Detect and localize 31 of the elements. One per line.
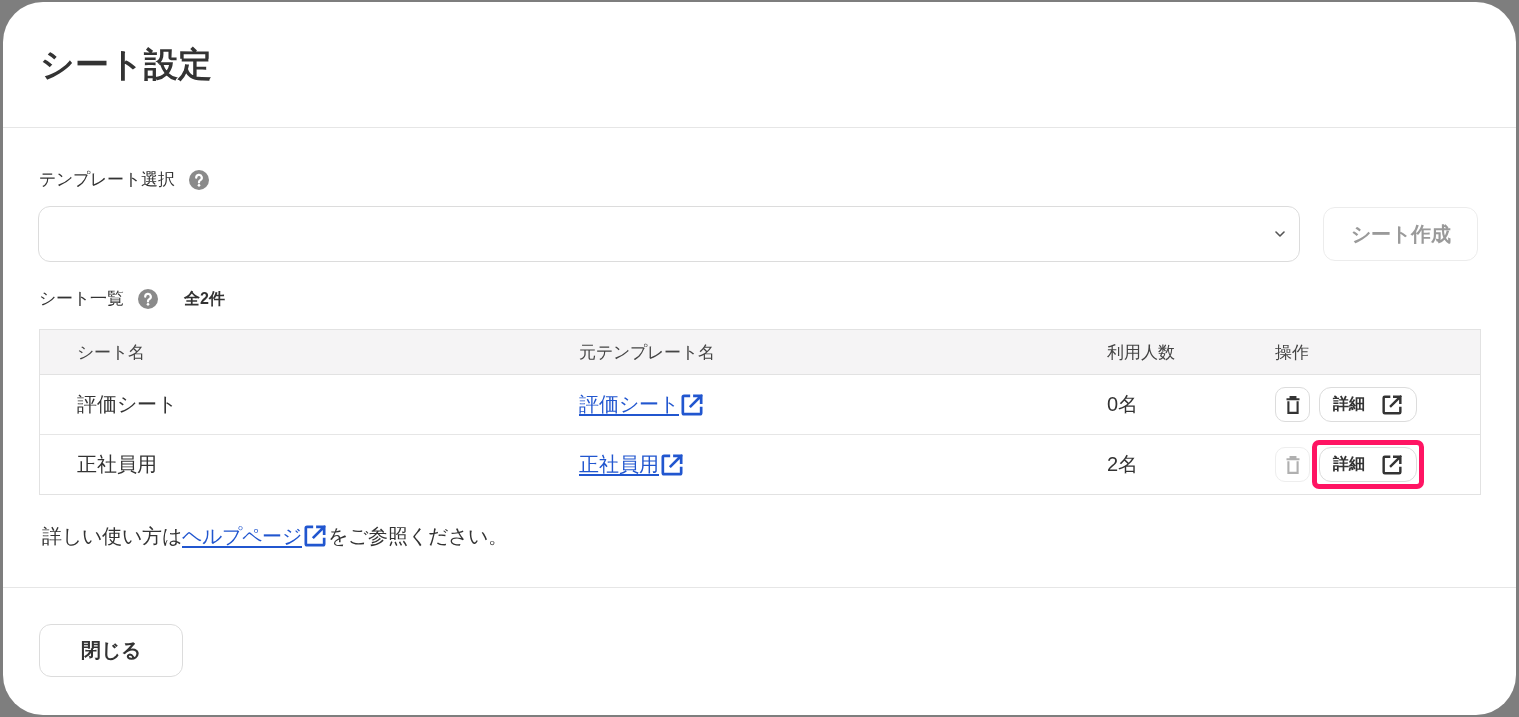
- external-link-icon: [681, 393, 703, 416]
- table-cell-text: 0名: [1107, 392, 1139, 417]
- external-link-icon: [1382, 394, 1402, 415]
- delete-button[interactable]: [1275, 387, 1310, 422]
- help-icon: [138, 289, 158, 309]
- trash-icon: [1285, 455, 1300, 474]
- close-button[interactable]: 閉じる: [39, 624, 183, 677]
- column-header: 操作: [1275, 341, 1309, 364]
- column-header: シート名: [77, 341, 145, 364]
- help-page-link[interactable]: ヘルプページ: [182, 524, 326, 548]
- help-icon: [189, 170, 209, 190]
- detail-button[interactable]: 詳細: [1319, 387, 1417, 422]
- external-link-icon: [304, 525, 326, 547]
- table-cell-text: 2名: [1107, 452, 1139, 477]
- trash-icon: [1285, 395, 1300, 414]
- template-link[interactable]: 正社員用: [579, 451, 683, 478]
- table-cell-text: 正社員用: [77, 452, 157, 477]
- detail-button[interactable]: 詳細: [1319, 447, 1417, 482]
- external-link-icon: [1382, 454, 1402, 475]
- chevron-down-icon: [1275, 231, 1285, 237]
- table-cell-text: 評価シート: [77, 392, 177, 417]
- section-label: シート一覧: [39, 288, 124, 310]
- template-link[interactable]: 評価シート: [579, 391, 703, 418]
- count-text: 全2件: [184, 288, 225, 309]
- help-text: 詳しい使い方はヘルプページ をご参照ください。: [42, 524, 509, 548]
- field-label: テンプレート選択: [39, 169, 175, 191]
- column-header: 利用人数: [1107, 341, 1175, 364]
- dialog-title: シート設定: [40, 44, 212, 85]
- column-header: 元テンプレート名: [579, 341, 715, 364]
- template-select[interactable]: [38, 206, 1300, 262]
- external-link-icon: [661, 453, 683, 476]
